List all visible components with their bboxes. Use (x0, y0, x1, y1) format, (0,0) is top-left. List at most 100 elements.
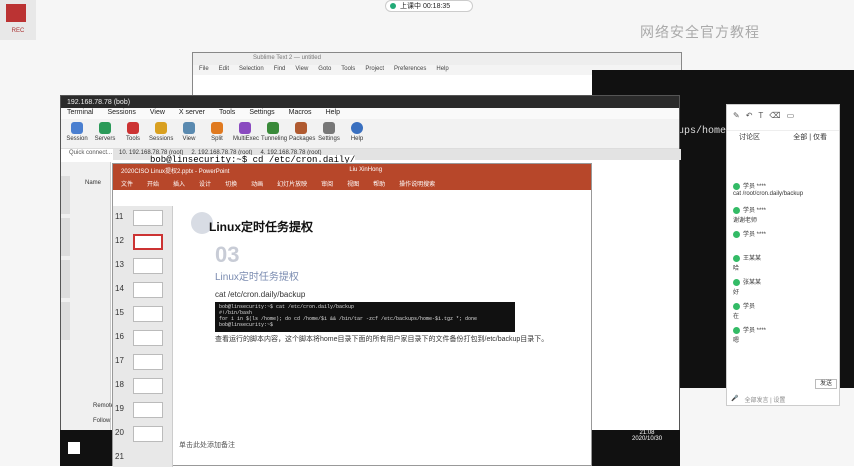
chat-toolbar: ✎ ↶ T ⌫ ▭ (727, 105, 839, 131)
slide-thumbnail[interactable] (133, 378, 163, 394)
help-button[interactable]: Help (345, 121, 369, 146)
tools-icon (127, 122, 139, 134)
editor-menu-item[interactable]: Edit (219, 66, 229, 74)
windows-start-icon[interactable] (68, 442, 80, 454)
powerpoint-window[interactable]: 2020CISO Linux提权2.pptx - PowerPoint Liu … (112, 163, 592, 467)
tool-label: Tunneling (261, 136, 288, 142)
mobaxterm-menubar: Terminal Sessions View X server Tools Se… (61, 108, 679, 119)
session-button[interactable]: Session (65, 121, 89, 146)
ribbon-tab[interactable]: 切换 (225, 179, 237, 188)
editor-menu-item[interactable]: Project (365, 66, 384, 74)
slide-thumbnail[interactable] (133, 330, 163, 346)
thumb-number: 11 (115, 212, 124, 221)
slide-thumbnail[interactable] (133, 210, 163, 226)
editor-menu-item[interactable]: View (295, 66, 308, 74)
chat-message-author: 学员 **** (733, 325, 766, 334)
shape-icon[interactable]: ▭ (787, 111, 795, 124)
editor-menu-item[interactable]: File (199, 66, 209, 74)
settings-button[interactable]: Settings (317, 121, 341, 146)
ppt-user: Liu XinHong (349, 167, 383, 173)
ribbon-tab[interactable]: 动画 (251, 179, 263, 188)
ribbon-tab[interactable]: 幻灯片放映 (277, 179, 307, 188)
mic-icon[interactable]: 🎤 (731, 395, 738, 404)
view-button[interactable]: View (177, 121, 201, 146)
multiexec-button[interactable]: MultiExec (233, 121, 260, 146)
thumb-number: 15 (115, 308, 124, 317)
ribbon-tab[interactable]: 开始 (147, 179, 159, 188)
tools-button[interactable]: Tools (121, 121, 145, 146)
notes-pane[interactable]: 单击此处添加备注 (179, 440, 235, 450)
menu-view[interactable]: View (150, 109, 165, 118)
menu-tools[interactable]: Tools (219, 109, 235, 118)
menu-sessions[interactable]: Sessions (107, 109, 135, 118)
editor-menu-item[interactable]: Preferences (394, 66, 426, 74)
menu-xserver[interactable]: X server (179, 109, 205, 118)
tool-label: Packages (289, 136, 316, 142)
editor-menu-item[interactable]: Tools (341, 66, 355, 74)
tool-label: View (182, 136, 196, 142)
tunneling-button[interactable]: Tunneling (261, 121, 288, 146)
desktop-shortcut[interactable]: REC (0, 0, 36, 40)
chat-message-text: 嗯 (733, 338, 740, 344)
servers-button[interactable]: Servers (93, 121, 117, 146)
tab-filter[interactable]: 全部 | 仅看 (793, 132, 827, 144)
chat-panel[interactable]: ✎ ↶ T ⌫ ▭ 讨论区 全部 | 仅看 学员 **** cat /root/… (726, 104, 840, 406)
sessions-button[interactable]: Sessions (149, 121, 173, 146)
ribbon-tab[interactable]: 文件 (121, 179, 133, 188)
slide-thumbnail[interactable] (133, 306, 163, 322)
taskbar-clock[interactable]: 21:08 2020/10/30 (632, 430, 662, 442)
sidebar-tab-tools[interactable] (61, 218, 70, 256)
search-box[interactable]: 操作说明搜索 (399, 179, 435, 188)
sidebar-tab-sftp[interactable] (61, 302, 70, 340)
editor-menu-item[interactable]: Selection (239, 66, 264, 74)
tool-label: MultiExec (233, 136, 260, 142)
terminal-line: ups/home (678, 126, 727, 137)
slide-thumbnail[interactable] (133, 354, 163, 370)
ribbon-tab[interactable]: 插入 (173, 179, 185, 188)
sessions-icon (155, 122, 167, 134)
tool-label: Servers (94, 136, 116, 142)
mobaxterm-toolbar: Session Servers Tools Sessions View Spli… (61, 119, 679, 149)
sidebar-tab-sessions[interactable] (61, 176, 70, 214)
slide-thumbnail[interactable] (133, 282, 163, 298)
ribbon-tab[interactable]: 设计 (199, 179, 211, 188)
tab-discussion[interactable]: 讨论区 (739, 132, 760, 144)
slide-thumbnail[interactable] (133, 402, 163, 418)
send-button[interactable]: 发送 (815, 379, 837, 389)
thumb-number: 20 (115, 428, 124, 437)
slide-thumbnail[interactable] (133, 426, 163, 442)
avatar (733, 206, 740, 214)
eraser-icon[interactable]: ⌫ (769, 111, 780, 124)
ribbon-tab[interactable]: 帮助 (373, 179, 385, 188)
slide-thumbnails: 11 12 13 14 15 16 17 18 19 20 21 (113, 206, 173, 467)
menu-macros[interactable]: Macros (289, 109, 312, 118)
editor-menu-item[interactable]: Find (274, 66, 286, 74)
text-icon[interactable]: T (758, 111, 763, 124)
sidebar-tab-macros[interactable] (61, 260, 70, 298)
chat-message-author: 王某某 (733, 253, 761, 262)
menu-terminal[interactable]: Terminal (67, 109, 93, 118)
ribbon-tab[interactable]: 审阅 (321, 179, 333, 188)
sidebar-remote-monitoring[interactable]: Remote (93, 403, 114, 409)
clock-date: 2020/10/30 (632, 436, 663, 442)
editor-menu-item[interactable]: Help (436, 66, 448, 74)
section-subtitle: Linux定时任务提权 (215, 272, 299, 283)
chat-footer-text[interactable]: 全部发言 | 设置 (744, 395, 785, 404)
pen-icon[interactable]: ✎ (733, 111, 740, 124)
editor-menu-item[interactable]: Goto (318, 66, 331, 74)
slide-canvas[interactable]: Linux定时任务提权 03 Linux定时任务提权 cat /etc/cron… (179, 206, 591, 434)
menu-help[interactable]: Help (326, 109, 340, 118)
ribbon-tab[interactable]: 视图 (347, 179, 359, 188)
slide-thumbnail-selected[interactable] (133, 234, 163, 250)
meeting-status-pill[interactable]: 上课中 00:18:35 (385, 0, 473, 12)
undo-icon[interactable]: ↶ (746, 111, 753, 124)
slide-terminal-screenshot: bob@linsecurity:~$ cat /etc/cron.daily/b… (215, 302, 515, 332)
split-button[interactable]: Split (205, 121, 229, 146)
tunneling-icon (267, 122, 279, 134)
live-dot-icon (390, 3, 396, 9)
slide-thumbnail[interactable] (133, 258, 163, 274)
menu-settings[interactable]: Settings (249, 109, 274, 118)
ppt-titlebar: 2020CISO Linux提权2.pptx - PowerPoint Liu … (113, 164, 591, 176)
packages-button[interactable]: Packages (289, 121, 316, 146)
chat-message-text: 谢谢老师 (733, 218, 758, 224)
